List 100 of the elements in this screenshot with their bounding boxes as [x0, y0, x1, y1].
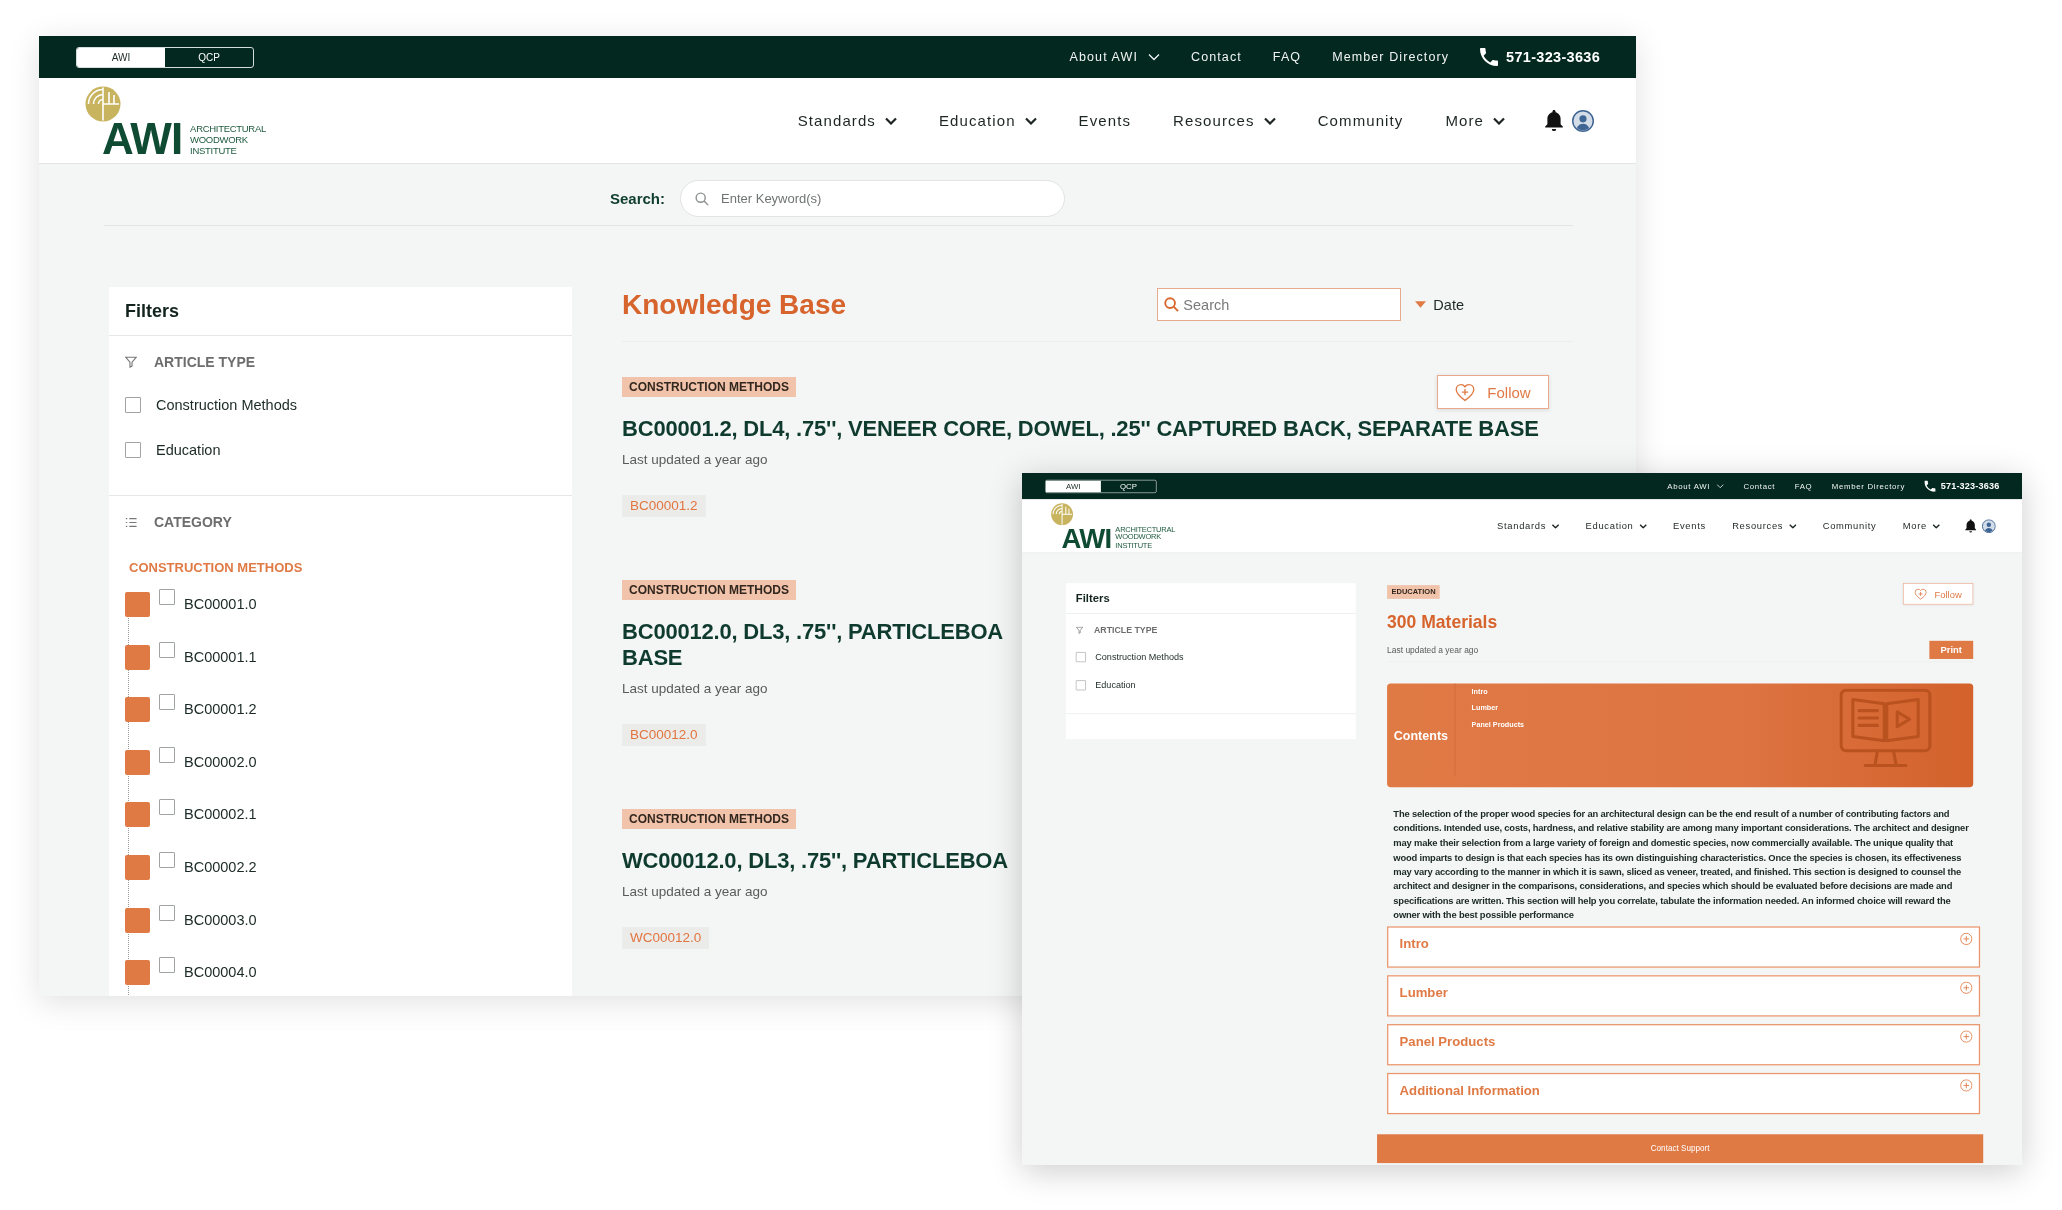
bell-icon[interactable]	[1545, 109, 1563, 132]
caret-icon	[884, 116, 897, 125]
node-marker-icon	[125, 592, 150, 617]
caret-icon	[1551, 523, 1560, 529]
search-field[interactable]: Search	[1157, 288, 1402, 321]
category-label[interactable]: BC00001.2	[184, 697, 257, 723]
phone-icon	[1480, 48, 1499, 66]
logo-emblem-icon	[85, 85, 121, 122]
category-tag: CONSTRUCTION METHODS	[622, 809, 796, 829]
checkbox-label[interactable]: Construction Methods	[1095, 652, 1184, 663]
category-label[interactable]: BC00002.0	[184, 749, 257, 775]
node-marker-icon	[125, 749, 150, 775]
nav-link[interactable]: More	[1445, 112, 1505, 129]
updated-text: Last updated a year ago	[622, 883, 768, 901]
nav-link[interactable]: Community	[1822, 520, 1877, 532]
nav-link[interactable]: Standards	[797, 112, 897, 129]
phone-icon	[1924, 480, 1936, 492]
logo-text: AWI	[1061, 527, 1112, 549]
utility-link[interactable]: FAQ	[1272, 50, 1302, 64]
node-marker-icon	[125, 960, 150, 986]
nav-link[interactable]: Events	[1078, 112, 1132, 129]
page-title: 300 Materials	[1387, 611, 1498, 633]
logo-text: AWI	[102, 121, 183, 156]
page-title: Knowledge Base	[622, 288, 847, 321]
filter-icon	[125, 356, 137, 368]
avatar-icon[interactable]	[1572, 109, 1594, 132]
category-label[interactable]: BC00004.0	[184, 960, 257, 986]
checkbox[interactable]	[159, 694, 175, 711]
section-heading: ARTICLE TYPE	[154, 354, 256, 370]
search-field[interactable]: Enter Keyword(s)	[680, 180, 1066, 217]
logo-subtitle: ARCHITECTURAL WOODWORK INSTITUTE	[190, 122, 266, 156]
nav-link[interactable]: Standards	[1497, 520, 1560, 532]
site-tab[interactable]: QCP	[165, 47, 253, 67]
heart-plus-icon	[1455, 382, 1476, 402]
category-label[interactable]: BC00001.1	[184, 644, 257, 670]
nav-link[interactable]: Resources	[1732, 520, 1797, 532]
bell-icon[interactable]	[1965, 519, 1977, 533]
checkbox-label[interactable]: Education	[156, 442, 221, 458]
checkbox[interactable]	[159, 904, 175, 921]
utility-link[interactable]: About AWI	[1069, 50, 1161, 64]
category-tag: CONSTRUCTION METHODS	[622, 580, 796, 600]
monitor-book-icon	[1839, 688, 1932, 769]
article-title[interactable]: WC00012.0, DL3, .75'', PARTICLEBOA	[622, 848, 1008, 874]
checkbox[interactable]	[159, 589, 175, 605]
node-marker-icon	[125, 907, 150, 933]
checkbox[interactable]	[125, 397, 141, 413]
list-icon	[125, 516, 137, 528]
contents-label: Contents	[1392, 728, 1449, 743]
filters-title: Filters	[1075, 591, 1110, 605]
caret-icon	[1932, 523, 1940, 529]
node-marker-icon	[125, 697, 150, 723]
phone-link[interactable]: 571-323-3636	[1480, 48, 1600, 66]
utility-link[interactable]: Contact	[1191, 50, 1242, 64]
caret-icon	[1148, 53, 1161, 61]
checkbox-label[interactable]: Construction Methods	[156, 397, 298, 413]
checkbox[interactable]	[1075, 652, 1086, 663]
node-marker-icon	[125, 854, 150, 880]
article-title[interactable]: BC00001.2, DL4, .75'', VENEER CORE, DOWEL, .25'' CAPTURED BACK, SEPARATE BASE	[622, 416, 1539, 442]
filters-title: Filters	[125, 300, 180, 322]
checkbox[interactable]	[159, 799, 175, 816]
nav-link[interactable]: Education	[938, 112, 1037, 129]
checkbox[interactable]	[159, 851, 175, 868]
checkbox-label[interactable]: Education	[1095, 680, 1136, 691]
checkbox[interactable]	[1075, 680, 1086, 691]
avatar-icon[interactable]	[1981, 519, 1996, 533]
section-heading: ARTICLE TYPE	[1094, 625, 1158, 636]
utility-link[interactable]: Member Directory	[1332, 50, 1450, 64]
nav-link[interactable]: Resources	[1173, 112, 1276, 129]
updated-text: Last updated a year ago	[1387, 644, 1479, 656]
site-tab[interactable]: AWI	[77, 47, 165, 67]
sort-button[interactable]: Date	[1415, 296, 1464, 313]
logo-emblem-icon	[1050, 502, 1074, 526]
sort-caret-icon	[1415, 301, 1427, 308]
category-label[interactable]: BC00001.0	[184, 592, 257, 617]
search-icon	[1164, 297, 1180, 312]
category-label[interactable]: BC00002.2	[184, 854, 257, 880]
caret-icon	[1639, 523, 1647, 529]
caret-icon	[1493, 116, 1505, 125]
nav-link[interactable]: More	[1902, 520, 1940, 532]
caret-icon	[1788, 523, 1797, 529]
checkbox[interactable]	[159, 957, 175, 974]
category-label[interactable]: BC00003.0	[184, 907, 257, 933]
checkbox[interactable]	[125, 442, 141, 458]
nav-link[interactable]: Community	[1317, 112, 1404, 129]
article-title[interactable]: BC00012.0, DL3, .75'', PARTICLEBOA BASE	[622, 619, 1004, 671]
body-text: The selection of the proper wood species for an architectural design can be the end result of a number of contributing factors and conditions. Intended use, costs, hardness, and relative stability are among many important considerations. The architect and designer may make their selection from a large variety of foreign and domestic species, now commercially available. The unique quality that wood imparts to design is that each species has its own distinguishing characteristics. Once the species is chosen, its effectiveness may vary according to the manner in which it is sawn, sliced as veneer, treated, and finished. This section is designed to counsel the architect and designer in the comparisons, considerations, and species which should be evaluated before decisions are made and specifications are written. This section will help you correlate, tabulate the information needed. An informed choice will reward the owner with the best possible performance	[1392, 807, 1970, 923]
search-icon	[695, 191, 710, 206]
updated-text: Last updated a year ago	[622, 451, 768, 469]
nav-link[interactable]: Events	[1673, 520, 1706, 532]
search-label: Search:	[610, 190, 666, 207]
caret-icon	[1263, 116, 1276, 125]
checkbox[interactable]	[159, 641, 175, 658]
category-label[interactable]: BC00002.1	[184, 802, 257, 828]
checkbox[interactable]	[159, 746, 175, 763]
nav-link[interactable]: Education	[1585, 520, 1647, 532]
section-heading: CATEGORY	[154, 514, 232, 530]
category-tag: CONSTRUCTION METHODS	[622, 377, 796, 397]
node-marker-icon	[125, 644, 150, 670]
node-marker-icon	[125, 802, 150, 828]
phone-link[interactable]: 571-323-3636	[1924, 480, 2000, 492]
